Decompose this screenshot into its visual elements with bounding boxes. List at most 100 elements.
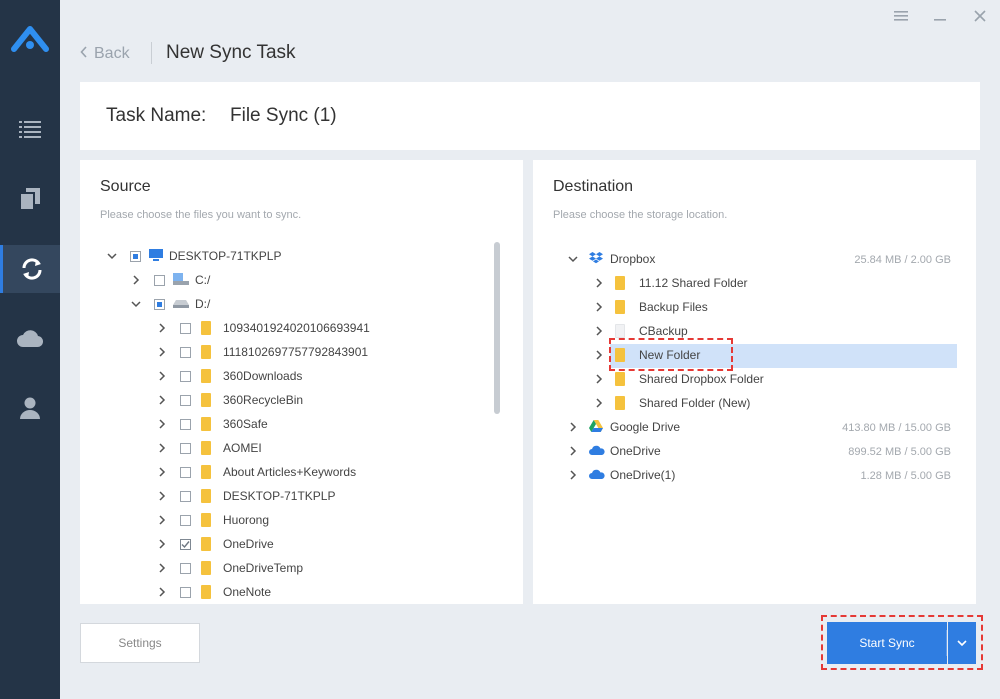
checkbox[interactable] (180, 442, 191, 454)
chevron-right-icon[interactable] (593, 277, 605, 289)
tree-row-folder[interactable]: DESKTOP-71TKPLP (156, 484, 336, 508)
chevron-right-icon[interactable] (593, 301, 605, 313)
chevron-right-icon[interactable] (156, 490, 168, 502)
tree-label: Shared Folder (New) (639, 396, 751, 410)
checkbox[interactable] (180, 514, 191, 526)
checkbox[interactable] (130, 250, 141, 262)
minimize-icon[interactable] (930, 6, 950, 26)
chevron-down-icon[interactable] (567, 253, 579, 265)
onedrive-storage-usage: 899.52 MB / 5.00 GB (848, 446, 951, 458)
tree-row-root[interactable]: DESKTOP-71TKPLP (106, 244, 282, 268)
tree-row-folder[interactable]: OneDrive (156, 532, 274, 556)
tree-label: OneDrive (223, 537, 274, 551)
checkbox[interactable] (180, 346, 191, 358)
start-sync-button[interactable]: Start Sync (827, 622, 947, 664)
tree-label: OneDrive (610, 444, 661, 458)
tree-label: 11.12 Shared Folder (639, 276, 748, 290)
tree-row-drive-d[interactable]: D:/ (130, 292, 210, 316)
checkbox[interactable] (180, 562, 191, 574)
copy-icon (20, 188, 40, 210)
tree-row-folder[interactable]: 360Downloads (156, 364, 302, 388)
source-title: Source (100, 178, 151, 195)
chevron-right-icon[interactable] (593, 397, 605, 409)
checkbox[interactable] (180, 586, 191, 598)
tree-row-folder[interactable]: 360RecycleBin (156, 388, 303, 412)
sidebar-item-sync[interactable] (0, 245, 60, 293)
tree-row-folder[interactable]: OneNote (156, 580, 271, 604)
header-divider (151, 42, 152, 64)
tree-row-onedrive[interactable]: OneDrive (567, 439, 661, 463)
sidebar-item-backup[interactable] (0, 175, 60, 223)
task-name-input[interactable]: File Sync (1) (230, 105, 337, 127)
tree-row-folder[interactable]: Huorong (156, 508, 269, 532)
tree-row-dropbox-folder[interactable]: Backup Files (593, 295, 708, 319)
chevron-right-icon[interactable] (593, 325, 605, 337)
tree-row-folder[interactable]: About Articles+Keywords (156, 460, 356, 484)
chevron-right-icon[interactable] (567, 421, 579, 433)
start-sync-dropdown[interactable] (948, 622, 976, 664)
checkbox[interactable] (154, 274, 165, 286)
chevron-right-icon[interactable] (156, 370, 168, 382)
sidebar-item-tasks[interactable] (0, 105, 60, 153)
chevron-right-icon[interactable] (156, 466, 168, 478)
checkbox[interactable] (180, 466, 191, 478)
menu-icon[interactable] (891, 6, 911, 26)
folder-icon (201, 537, 211, 551)
folder-icon (201, 489, 211, 503)
tree-row-dropbox[interactable]: Dropbox (567, 247, 655, 271)
settings-button[interactable]: Settings (80, 623, 200, 663)
chevron-down-icon[interactable] (106, 250, 118, 262)
chevron-right-icon[interactable] (130, 274, 142, 286)
scrollbar[interactable] (494, 242, 500, 414)
sidebar-item-cloud[interactable] (0, 315, 60, 363)
chevron-down-icon[interactable] (130, 298, 142, 310)
tree-row-dropbox-folder[interactable]: Shared Folder (New) (593, 391, 750, 415)
folder-icon (201, 585, 211, 599)
chevron-right-icon[interactable] (156, 586, 168, 598)
chevron-right-icon[interactable] (567, 469, 579, 481)
checkbox[interactable] (180, 394, 191, 406)
system-drive-icon (173, 272, 189, 288)
google-drive-storage-usage: 413.80 MB / 15.00 GB (842, 422, 951, 434)
checkbox[interactable] (180, 322, 191, 334)
tree-row-folder[interactable]: 360Safe (156, 412, 268, 436)
checkbox[interactable] (180, 490, 191, 502)
chevron-right-icon[interactable] (156, 562, 168, 574)
chevron-right-icon[interactable] (156, 538, 168, 550)
tree-row-drive-c[interactable]: C:/ (130, 268, 210, 292)
tree-row-google-drive[interactable]: Google Drive (567, 415, 680, 439)
chevron-right-icon[interactable] (593, 349, 605, 361)
app-logo-icon (8, 16, 52, 60)
chevron-right-icon[interactable] (156, 394, 168, 406)
chevron-left-icon (80, 45, 88, 63)
computer-icon (149, 248, 163, 264)
button-divider (946, 630, 947, 656)
drive-icon (173, 297, 189, 311)
close-icon[interactable] (970, 6, 990, 26)
tree-label: 1118102697757792843901 (223, 345, 369, 359)
chevron-right-icon[interactable] (156, 322, 168, 334)
back-button[interactable]: Back (80, 44, 130, 64)
folder-icon (615, 396, 625, 410)
chevron-right-icon[interactable] (156, 346, 168, 358)
checkbox[interactable] (154, 298, 165, 310)
tree-row-folder[interactable]: 1093401924020106693941 (156, 316, 370, 340)
tree-row-folder[interactable]: 1118102697757792843901 (156, 340, 368, 364)
chevron-right-icon[interactable] (567, 445, 579, 457)
checkbox[interactable] (180, 418, 191, 430)
tree-row-dropbox-folder[interactable]: 11.12 Shared Folder (593, 271, 748, 295)
tree-row-folder[interactable]: AOMEI (156, 436, 262, 460)
tree-label: Dropbox (610, 252, 656, 266)
sidebar-item-account[interactable] (0, 384, 60, 432)
tree-label: 360Downloads (223, 369, 303, 383)
checkbox-checked[interactable] (180, 538, 191, 550)
chevron-right-icon[interactable] (156, 442, 168, 454)
checkbox[interactable] (180, 370, 191, 382)
chevron-right-icon[interactable] (156, 514, 168, 526)
tree-label: Huorong (223, 513, 270, 527)
tree-row-folder[interactable]: OneDriveTemp (156, 556, 303, 580)
tree-row-onedrive-1[interactable]: OneDrive(1) (567, 463, 675, 487)
folder-icon (615, 372, 625, 386)
chevron-right-icon[interactable] (156, 418, 168, 430)
chevron-right-icon[interactable] (593, 373, 605, 385)
